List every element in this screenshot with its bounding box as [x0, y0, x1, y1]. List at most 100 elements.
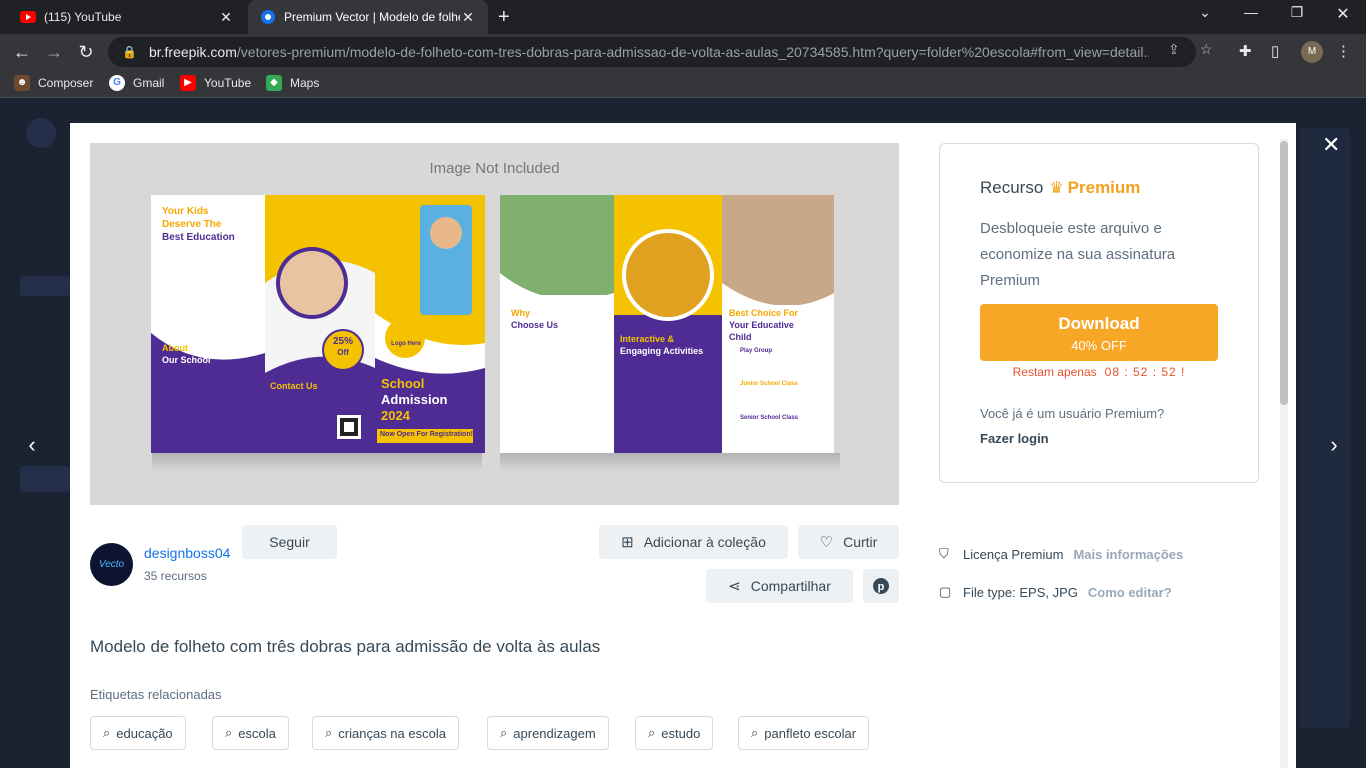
scrollbar-thumb[interactable]: [1280, 141, 1288, 405]
brochure-register: Now Open For Registration!: [380, 431, 473, 438]
bookmark-gmail[interactable]: G Gmail: [109, 75, 164, 91]
premium-question: Você já é um usuário Premium?: [980, 406, 1165, 421]
bookmark-label: YouTube: [204, 76, 252, 90]
search-icon: ⌕: [325, 725, 333, 740]
brochure-admission: School Admission 2024: [381, 376, 448, 423]
restore-icon[interactable]: ❐: [1282, 4, 1312, 21]
how-edit-link[interactable]: Como editar?: [1088, 585, 1172, 600]
search-icon: ⌕: [103, 725, 111, 740]
license-label: Licença Premium: [963, 546, 1064, 562]
brochure-activities: Interactive & Engaging Activities: [620, 334, 704, 356]
more-info-link[interactable]: Mais informações: [1073, 547, 1183, 562]
crown-icon: ♛: [1049, 180, 1064, 197]
bookmarks-bar: ☻ Composer G Gmail ▶ YouTube ◆ Maps: [0, 70, 1366, 98]
address-bar[interactable]: 🔒 br.freepik.com/vetores-premium/modelo-…: [108, 37, 1196, 67]
close-modal-icon[interactable]: ✕: [1322, 132, 1340, 158]
close-tab-icon[interactable]: ✕: [460, 9, 476, 26]
heart-icon: ♡: [819, 534, 834, 551]
modal-scrollbar[interactable]: [1280, 139, 1288, 768]
bookmark-maps[interactable]: ◆ Maps: [266, 75, 319, 91]
tag-chip[interactable]: ⌕ escola: [212, 716, 289, 750]
brochure-heading: Your Kids Deserve The Best Education: [162, 206, 235, 243]
close-window-icon[interactable]: ✕: [1328, 4, 1358, 24]
discount-badge: 25% Off: [332, 336, 353, 357]
tab-search-icon[interactable]: ⌄: [1190, 4, 1220, 21]
tag-chip[interactable]: ⌕ aprendizagem: [487, 716, 609, 750]
premium-title-prefix: Recurso: [980, 178, 1044, 197]
tag-chip[interactable]: ⌕ panfleto escolar: [738, 716, 870, 750]
brochure-class-2: Junior School Class: [740, 381, 798, 387]
close-tab-icon[interactable]: ✕: [218, 9, 234, 26]
bookmark-star-icon[interactable]: ☆: [1200, 41, 1213, 58]
author-name[interactable]: designboss04: [144, 545, 230, 561]
reload-icon[interactable]: ↻: [74, 40, 98, 64]
discount-label: 40% OFF: [1071, 338, 1127, 353]
brochure-why: Why Choose Us: [511, 308, 559, 330]
brochure-logo: Logo Here: [391, 341, 421, 347]
previous-arrow-icon[interactable]: ‹: [20, 432, 44, 458]
bg-block: [20, 276, 70, 296]
shield-icon: ⛉: [939, 546, 949, 561]
pinterest-button[interactable]: p: [863, 569, 899, 603]
bg-logo: [26, 118, 56, 148]
add-collection-button[interactable]: ⊞ Adicionar à coleção: [599, 525, 788, 559]
license-row: ⛉ Licença Premium Mais informações: [939, 546, 1183, 562]
preview-image[interactable]: Image Not Included Your Kids Deserve The…: [90, 143, 899, 505]
youtube-icon: [20, 11, 36, 23]
maps-icon: ◆: [266, 75, 282, 91]
tab-title: (115) YouTube: [44, 10, 122, 24]
bookmark-youtube[interactable]: ▶ YouTube: [180, 75, 251, 91]
tag-label: aprendizagem: [513, 725, 596, 741]
browser-menu-icon[interactable]: ⋮: [1336, 42, 1351, 60]
tags-label: Etiquetas relacionadas: [90, 687, 222, 702]
download-button[interactable]: Download 40% OFF: [980, 304, 1218, 361]
tab-freepik[interactable]: Premium Vector | Modelo de folheto ✕: [248, 0, 488, 34]
profile-avatar[interactable]: M: [1301, 41, 1323, 63]
url-text: br.freepik.com/vetores-premium/modelo-de…: [148, 44, 1149, 60]
like-button[interactable]: ♡ Curtir: [798, 525, 899, 559]
add-collection-label: Adicionar à coleção: [643, 534, 766, 550]
brochure-class-3: Senior School Class: [740, 415, 799, 421]
bg-block: [20, 466, 70, 492]
author-resources: 35 recursos: [144, 569, 207, 583]
brochure-best-choice: Best Choice For Your Educative Child: [729, 308, 799, 342]
tab-title: Premium Vector | Modelo de folheto: [284, 10, 460, 24]
forward-icon[interactable]: →: [42, 40, 66, 64]
tag-chip[interactable]: ⌕ crianças na escola: [312, 716, 459, 750]
countdown-label: Restam apenas: [1012, 365, 1097, 379]
bookmark-label: Maps: [290, 76, 320, 90]
like-label: Curtir: [843, 534, 878, 550]
premium-panel: Recurso ♛ Premium Desbloqueie este arqui…: [939, 143, 1259, 483]
share-page-icon[interactable]: ⇪: [1168, 41, 1180, 58]
resource-modal: Image Not Included Your Kids Deserve The…: [70, 123, 1296, 768]
page-title: Modelo de folheto com três dobras para a…: [90, 637, 601, 656]
brochure-class-1: Play Group: [740, 348, 773, 354]
countdown: Restam apenas 08 : 52 : 52 !: [980, 365, 1218, 379]
premium-title-highlight: Premium: [1067, 178, 1141, 197]
file-type-row: ▢ File type: EPS, JPG Como editar?: [939, 584, 1172, 600]
lock-icon[interactable]: 🔒: [122, 45, 137, 59]
back-icon[interactable]: ←: [10, 40, 34, 64]
search-icon: ⌕: [648, 725, 656, 740]
login-link[interactable]: Fazer login: [980, 431, 1049, 446]
bookmark-composer[interactable]: ☻ Composer: [14, 75, 93, 91]
tag-chip[interactable]: ⌕ estudo: [635, 716, 714, 750]
new-tab-button[interactable]: +: [498, 6, 510, 28]
minimize-icon[interactable]: —: [1236, 4, 1266, 20]
share-label: Compartilhar: [750, 578, 831, 594]
tag-chip[interactable]: ⌕ educação: [90, 716, 186, 750]
extensions-icon[interactable]: ✚: [1239, 42, 1252, 60]
search-icon: ⌕: [751, 725, 759, 740]
premium-description: Desbloqueie este arquivo e economize na …: [980, 220, 1176, 289]
youtube-icon: ▶: [180, 75, 196, 91]
share-button[interactable]: ⋖ Compartilhar: [706, 569, 853, 603]
side-panel-icon[interactable]: ▯: [1271, 42, 1279, 60]
follow-button[interactable]: Seguir: [242, 525, 337, 559]
brochure-contact: Contact Us: [270, 381, 318, 391]
next-arrow-icon[interactable]: ›: [1322, 432, 1346, 458]
premium-title: Recurso ♛ Premium: [980, 178, 1140, 198]
tab-youtube[interactable]: (115) YouTube ✕: [8, 0, 246, 34]
author-avatar[interactable]: Vecto: [90, 543, 133, 586]
freepik-icon: [261, 10, 275, 24]
brochure-about: About Our School: [162, 343, 211, 365]
